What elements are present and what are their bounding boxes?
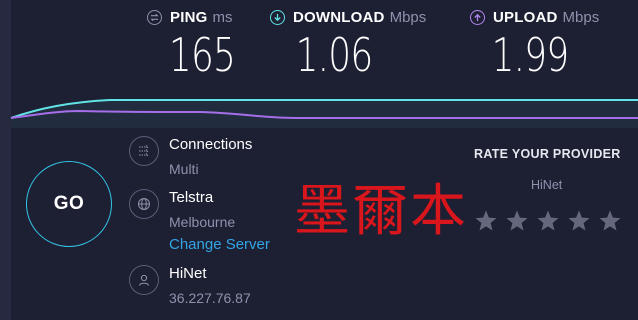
ping-value: 165 (168, 28, 236, 82)
change-server-link[interactable]: Change Server (169, 236, 270, 253)
ping-label: PING (170, 8, 208, 26)
user-icon (129, 265, 159, 295)
upload-value: 1.99 (491, 28, 570, 82)
provider-name: HiNet (169, 265, 207, 282)
download-arrow-icon (270, 9, 285, 25)
rating-star-5[interactable] (598, 209, 622, 233)
rating-star-2[interactable] (505, 209, 529, 233)
upload-metric: UPLOAD Mbps 1.99 (470, 6, 599, 82)
rating-star-3[interactable] (536, 209, 560, 233)
watermark-text: 墨爾本 (294, 179, 468, 244)
upload-header: UPLOAD Mbps (470, 6, 599, 28)
download-label: DOWNLOAD (293, 8, 385, 26)
connections-title: Connections (169, 136, 253, 153)
globe-icon (129, 189, 159, 219)
upload-label: UPLOAD (493, 8, 558, 26)
download-metric: DOWNLOAD Mbps 1.06 (270, 6, 426, 82)
rate-provider-isp: HiNet (531, 178, 563, 192)
connections-icon (129, 136, 159, 166)
ping-unit: ms (212, 8, 233, 26)
rating-star-4[interactable] (567, 209, 591, 233)
go-button[interactable]: GO (26, 161, 112, 247)
speed-graph (10, 99, 638, 128)
rating-star-1[interactable] (474, 209, 498, 233)
download-graph-area (11, 100, 638, 128)
rating-stars (474, 209, 629, 233)
ping-metric: PING ms 165 (147, 6, 236, 82)
window-left-edge (0, 0, 11, 320)
upload-arrow-icon (470, 9, 485, 25)
connections-value[interactable]: Multi (169, 161, 199, 177)
server-name: Telstra (169, 189, 214, 206)
server-location: Melbourne (169, 214, 236, 230)
upload-unit: Mbps (562, 8, 600, 26)
download-unit: Mbps (389, 8, 427, 26)
ping-icon (147, 9, 162, 25)
provider-ip: 36.227.76.87 (169, 290, 251, 306)
rate-provider-title: RATE YOUR PROVIDER (474, 147, 621, 161)
download-header: DOWNLOAD Mbps (270, 6, 426, 28)
ping-header: PING ms (147, 6, 232, 28)
download-value: 1.06 (295, 28, 374, 82)
